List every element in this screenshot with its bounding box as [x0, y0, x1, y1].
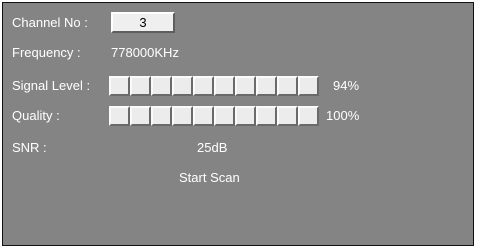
frequency-value: 778000KHz	[111, 45, 179, 60]
quality-segment	[172, 106, 193, 126]
channel-info-panel: Channel No : 3 Frequency : 778000KHz Sig…	[2, 2, 474, 246]
quality-label: Quality :	[12, 108, 60, 123]
signal-level-segment	[172, 76, 193, 96]
quality-segment	[298, 106, 319, 126]
snr-label: SNR :	[12, 140, 47, 155]
quality-segment	[235, 106, 256, 126]
quality-segment	[256, 106, 277, 126]
signal-level-segment	[277, 76, 298, 96]
quality-segment	[214, 106, 235, 126]
quality-value: 100%	[326, 108, 360, 123]
start-scan-button[interactable]: Start Scan	[179, 170, 240, 186]
signal-level-label: Signal Level :	[12, 78, 91, 93]
signal-level-segment	[235, 76, 256, 96]
quality-segment	[277, 106, 298, 126]
signal-level-segment	[298, 76, 319, 96]
signal-level-segment	[256, 76, 277, 96]
signal-level-meter	[109, 76, 319, 96]
signal-level-segment	[151, 76, 172, 96]
frequency-label: Frequency :	[12, 45, 81, 60]
signal-level-segment	[214, 76, 235, 96]
quality-segment	[193, 106, 214, 126]
signal-level-segment	[193, 76, 214, 96]
signal-level-segment	[109, 76, 130, 96]
quality-segment	[130, 106, 151, 126]
signal-level-value: 94%	[333, 78, 360, 93]
quality-segment	[109, 106, 130, 126]
signal-level-segment	[130, 76, 151, 96]
quality-segment	[151, 106, 172, 126]
channel-number-field[interactable]: 3	[111, 12, 175, 33]
quality-meter	[109, 106, 319, 126]
snr-value: 25dB	[197, 140, 228, 155]
channel-label: Channel No :	[12, 15, 88, 30]
